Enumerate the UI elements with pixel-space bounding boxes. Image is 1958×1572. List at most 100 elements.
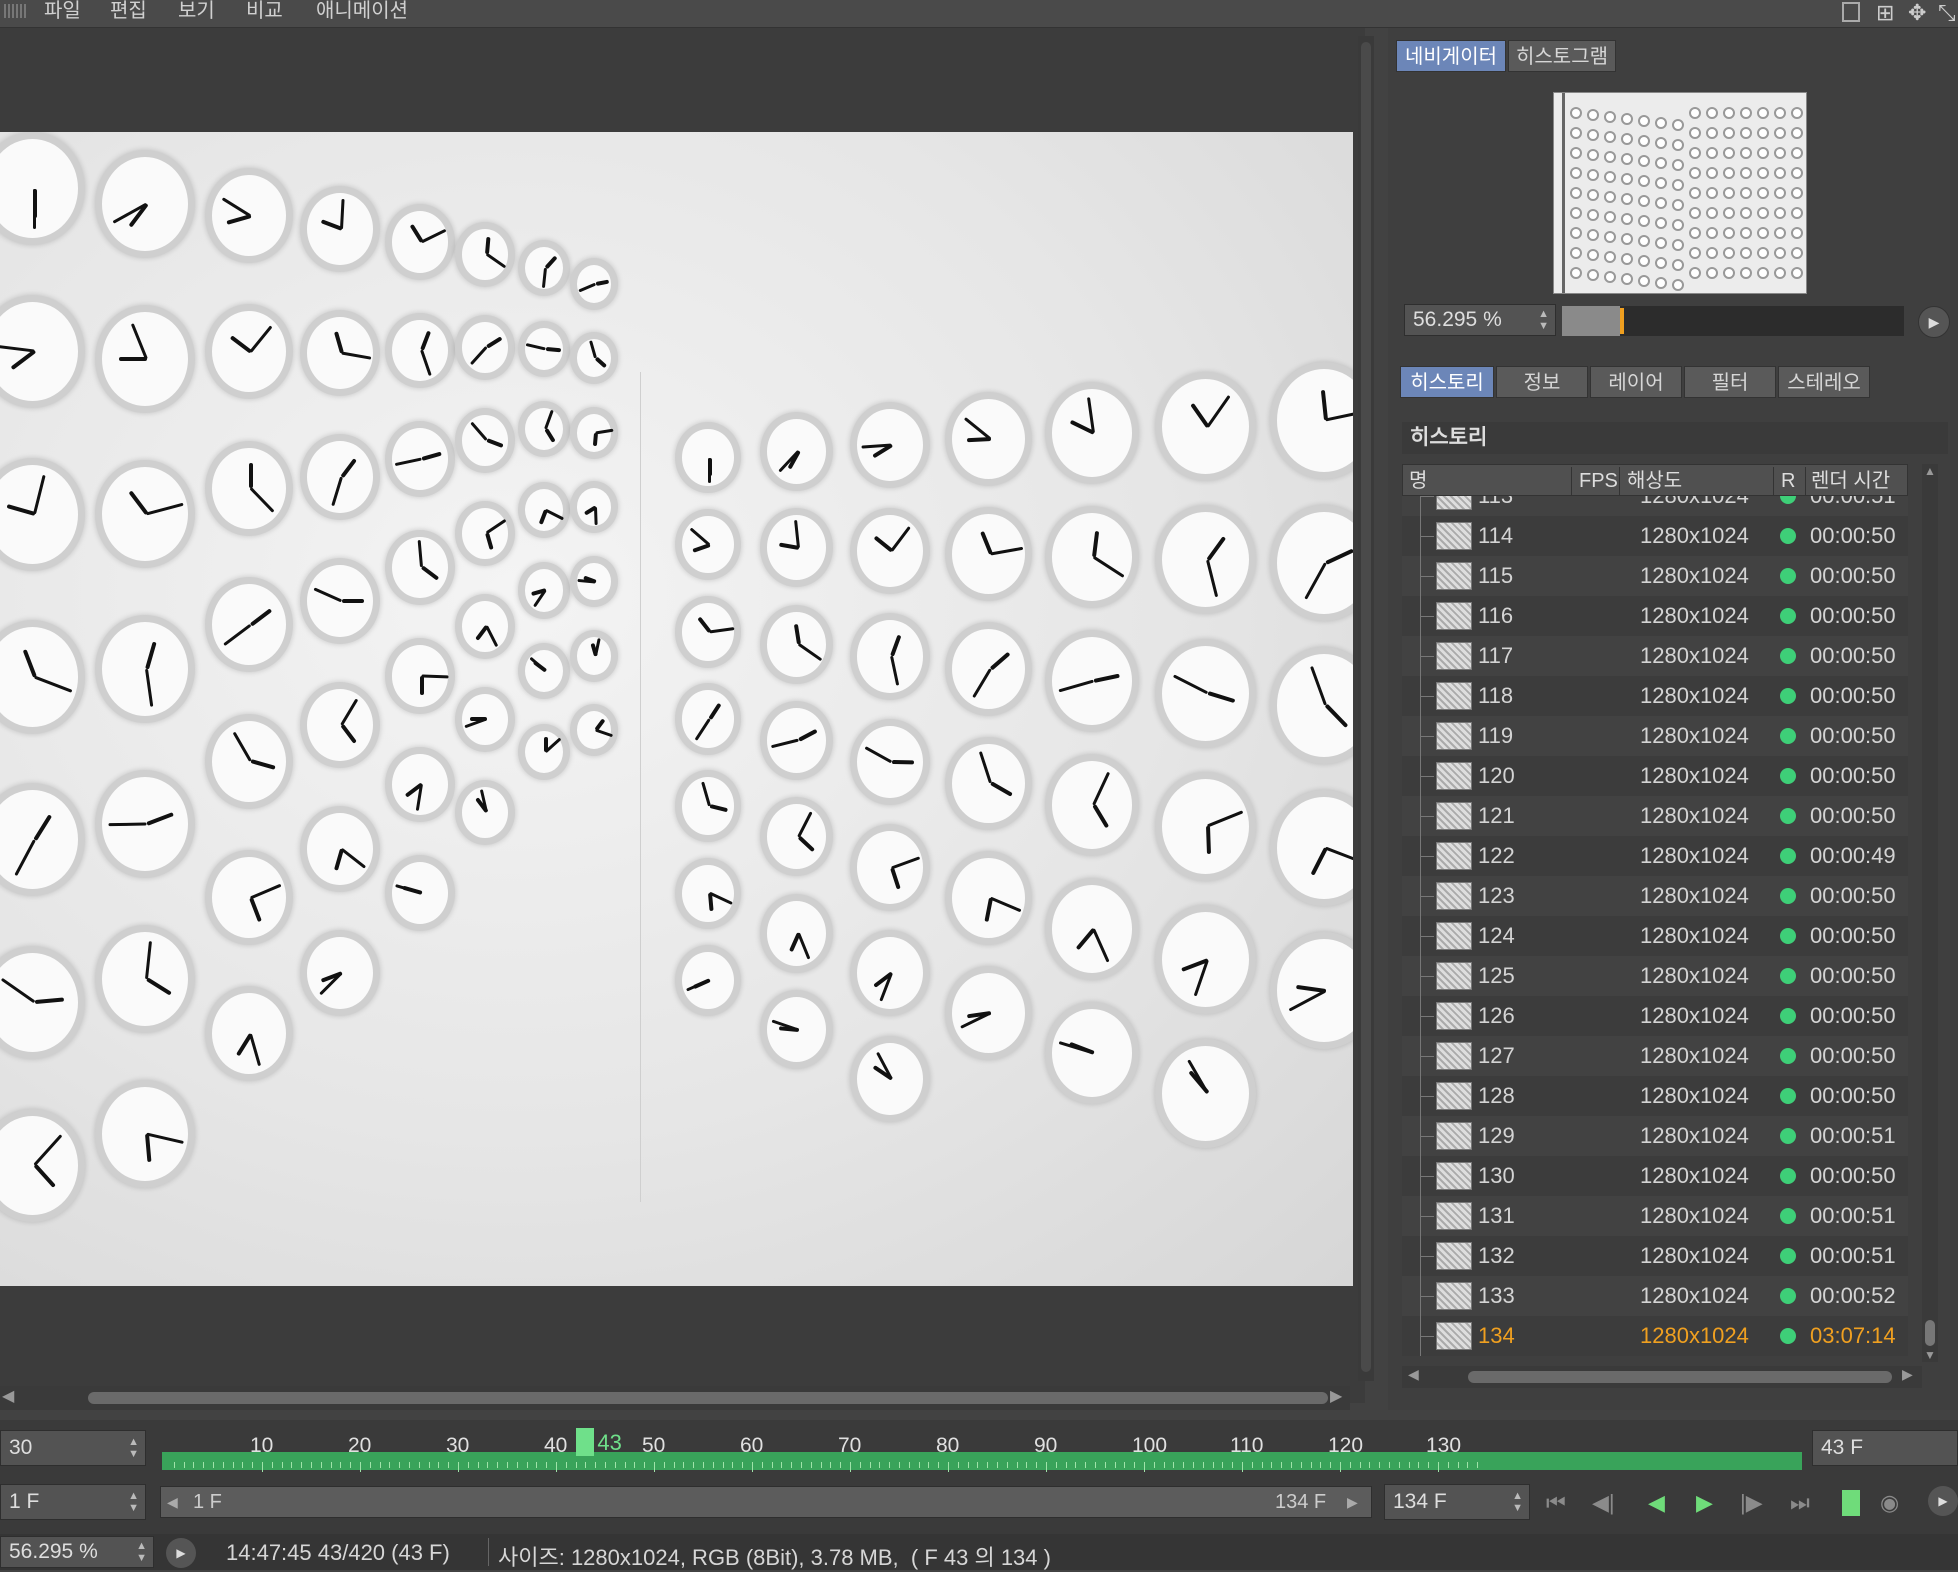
- navigator-play-icon[interactable]: ▶: [1918, 306, 1950, 338]
- history-row[interactable]: 122 1280x1024 00:00:49: [1402, 836, 1908, 876]
- tab-info[interactable]: 정보: [1496, 366, 1588, 398]
- history-row[interactable]: 126 1280x1024 00:00:50: [1402, 996, 1908, 1036]
- col-fps[interactable]: FPS: [1579, 465, 1618, 497]
- history-row[interactable]: 121 1280x1024 00:00:50: [1402, 796, 1908, 836]
- viewer-vscroll-thumb[interactable]: [1361, 42, 1371, 1372]
- timeline-menu-icon[interactable]: ▶: [1928, 1486, 1958, 1516]
- ruler-tick: [859, 1462, 861, 1468]
- zoom-slider-handle[interactable]: [1620, 308, 1624, 334]
- spin-up-icon[interactable]: ▲: [128, 1491, 139, 1502]
- current-frame-field[interactable]: 43 F: [1812, 1430, 1958, 1466]
- end-frame-field[interactable]: 134 F ▲ ▼: [1384, 1484, 1530, 1520]
- navigator-thumbnail[interactable]: [1553, 92, 1807, 294]
- menu-edit[interactable]: 편집: [110, 0, 147, 22]
- col-r[interactable]: R: [1781, 465, 1795, 497]
- viewer-hscroll-thumb[interactable]: [88, 1392, 1328, 1404]
- menu-compare[interactable]: 비교: [246, 0, 283, 22]
- scroll-left-icon[interactable]: ◀: [2, 1386, 14, 1406]
- loop-icon[interactable]: [1842, 1490, 1860, 1516]
- spin-up-icon[interactable]: ▲: [128, 1437, 139, 1448]
- history-row[interactable]: 119 1280x1024 00:00:50: [1402, 716, 1908, 756]
- col-resolution[interactable]: 해상도: [1627, 465, 1682, 497]
- thumbnail-clock: [1791, 207, 1803, 219]
- spin-down-icon[interactable]: ▼: [1512, 1503, 1523, 1514]
- frame-ruler-track[interactable]: [162, 1452, 1802, 1470]
- history-row[interactable]: 117 1280x1024 00:00:50: [1402, 636, 1908, 676]
- history-row[interactable]: 132 1280x1024 00:00:51: [1402, 1236, 1908, 1276]
- history-row[interactable]: 118 1280x1024 00:00:50: [1402, 676, 1908, 716]
- history-row[interactable]: 120 1280x1024 00:00:50: [1402, 756, 1908, 796]
- range-right-handle-icon[interactable]: ▶: [1347, 1487, 1358, 1517]
- playhead-marker[interactable]: [576, 1428, 595, 1456]
- history-row[interactable]: 114 1280x1024 00:00:50: [1402, 516, 1908, 556]
- scroll-right-icon[interactable]: ▶: [1902, 1366, 1913, 1383]
- history-row[interactable]: 124 1280x1024 00:00:50: [1402, 916, 1908, 956]
- start-frame-field[interactable]: 1 F ▲ ▼: [0, 1484, 146, 1520]
- navigator-zoom-field[interactable]: 56.295 % ▲ ▼: [1404, 304, 1556, 336]
- tab-history[interactable]: 히스토리: [1400, 366, 1494, 398]
- go-to-end-icon[interactable]: ⏭: [1790, 1490, 1810, 1516]
- menu-animation[interactable]: 애니메이션: [316, 0, 408, 22]
- viewer-vscroll[interactable]: [1358, 36, 1374, 1381]
- row-resolution: 1280x1024: [1640, 643, 1749, 668]
- spin-down-icon[interactable]: ▼: [128, 1503, 139, 1514]
- status-zoom-field[interactable]: 56.295 % ▲ ▼: [0, 1536, 154, 1568]
- layout-icon[interactable]: [1842, 2, 1860, 22]
- scroll-down-icon[interactable]: ▼: [1924, 1348, 1936, 1362]
- col-render-time[interactable]: 렌더 시간: [1811, 465, 1890, 497]
- thumbnail-clock: [1774, 247, 1786, 259]
- status-play-icon[interactable]: ▶: [166, 1538, 196, 1568]
- range-slider[interactable]: ◀ 1 F 134 F ▶: [160, 1486, 1372, 1518]
- fps-field[interactable]: 30 ▲ ▼: [0, 1430, 146, 1466]
- history-vscroll-thumb[interactable]: [1925, 1320, 1935, 1346]
- history-row[interactable]: 113 1280x1024 00:00:51: [1402, 496, 1908, 516]
- history-row[interactable]: 123 1280x1024 00:00:50: [1402, 876, 1908, 916]
- history-list[interactable]: 113 1280x1024 00:00:51 114 1280x1024 00:00:50…: [1402, 496, 1908, 1362]
- audio-icon[interactable]: ◉: [1880, 1490, 1899, 1516]
- new-window-icon[interactable]: ⊞: [1876, 0, 1894, 26]
- tab-navigator[interactable]: 네비게이터: [1396, 40, 1506, 72]
- spin-up-icon[interactable]: ▲: [1512, 1491, 1523, 1502]
- scroll-up-icon[interactable]: ▲: [1924, 464, 1936, 478]
- history-row[interactable]: 129 1280x1024 00:00:51: [1402, 1116, 1908, 1156]
- history-row[interactable]: 125 1280x1024 00:00:50: [1402, 956, 1908, 996]
- move-icon[interactable]: ✥: [1908, 0, 1926, 26]
- menu-file[interactable]: 파일: [44, 0, 81, 22]
- history-row[interactable]: 127 1280x1024 00:00:50: [1402, 1036, 1908, 1076]
- play-forward-icon[interactable]: ▶: [1696, 1490, 1713, 1516]
- tab-filter[interactable]: 필터: [1684, 366, 1776, 398]
- tree-branch: [1420, 536, 1434, 537]
- expand-icon[interactable]: ⤡: [1938, 0, 1956, 26]
- menu-view[interactable]: 보기: [178, 0, 215, 22]
- thumbnail-clock: [1774, 147, 1786, 159]
- history-vscroll[interactable]: ▲ ▼: [1922, 464, 1938, 1362]
- spin-down-icon[interactable]: ▼: [1538, 321, 1549, 332]
- scroll-left-icon[interactable]: ◀: [1408, 1366, 1419, 1383]
- spin-up-icon[interactable]: ▲: [136, 1541, 147, 1552]
- history-row[interactable]: 116 1280x1024 00:00:50: [1402, 596, 1908, 636]
- step-forward-icon[interactable]: |▶: [1740, 1490, 1763, 1516]
- spin-down-icon[interactable]: ▼: [128, 1449, 139, 1460]
- step-back-icon[interactable]: ◀|: [1592, 1490, 1615, 1516]
- tab-layer[interactable]: 레이어: [1590, 366, 1682, 398]
- tab-stereo[interactable]: 스테레오: [1778, 366, 1870, 398]
- history-hscroll-thumb[interactable]: [1468, 1371, 1892, 1383]
- history-row[interactable]: 128 1280x1024 00:00:50: [1402, 1076, 1908, 1116]
- play-backward-icon[interactable]: ◀: [1648, 1490, 1665, 1516]
- col-name[interactable]: 명: [1409, 465, 1427, 497]
- spin-down-icon[interactable]: ▼: [136, 1553, 147, 1564]
- history-row[interactable]: 133 1280x1024 00:00:52: [1402, 1276, 1908, 1316]
- viewer-hscroll[interactable]: ◀ ▶: [0, 1386, 1350, 1410]
- history-row[interactable]: 131 1280x1024 00:00:51: [1402, 1196, 1908, 1236]
- ruler-tick: [605, 1462, 606, 1468]
- history-row[interactable]: 134 1280x1024 03:07:14: [1402, 1316, 1908, 1356]
- history-row[interactable]: 115 1280x1024 00:00:50: [1402, 556, 1908, 596]
- navigator-zoom-slider[interactable]: [1562, 306, 1904, 336]
- go-to-start-icon[interactable]: ⏮: [1546, 1490, 1566, 1516]
- history-row[interactable]: 130 1280x1024 00:00:50: [1402, 1156, 1908, 1196]
- range-left-handle-icon[interactable]: ◀: [167, 1487, 178, 1517]
- tab-histogram[interactable]: 히스토그램: [1508, 40, 1616, 72]
- scroll-right-icon[interactable]: ▶: [1330, 1386, 1342, 1406]
- spin-up-icon[interactable]: ▲: [1538, 309, 1549, 320]
- history-hscroll[interactable]: ◀ ▶: [1402, 1366, 1922, 1388]
